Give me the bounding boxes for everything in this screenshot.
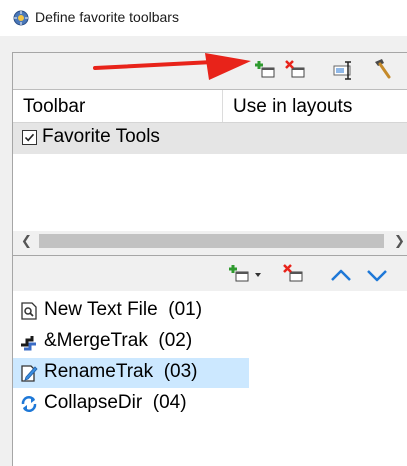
command-number: (02): [158, 330, 193, 351]
arrow-up-icon: [331, 269, 351, 281]
command-label: New Text File: [44, 299, 158, 320]
settings-globe-icon: [13, 10, 29, 26]
scroll-thumb[interactable]: [39, 234, 384, 248]
dropdown-arrow-icon: [255, 273, 261, 277]
new-text-file-icon: [20, 302, 38, 320]
list-item-selected[interactable]: RenameTrak (03): [13, 358, 249, 388]
scroll-left-icon[interactable]: ❮: [21, 233, 32, 249]
title-bar: Define favorite toolbars: [0, 0, 407, 36]
add-icon: [255, 61, 275, 78]
column-separator[interactable]: [222, 90, 223, 122]
add-toolbar-button[interactable]: [255, 59, 277, 81]
list-item[interactable]: CollapseDir (04): [13, 389, 253, 419]
rename-icon: [333, 61, 351, 80]
grid-header: Toolbar Use in layouts: [13, 90, 407, 123]
merge-icon: [20, 333, 38, 351]
scroll-right-icon[interactable]: ❯: [394, 233, 405, 249]
annotation-arrow-icon: [93, 53, 251, 80]
arrow-down-icon: [367, 270, 387, 282]
delete-icon: [283, 264, 303, 282]
toolbars-grid: Toolbar Use in layouts Favorite Tools: [13, 89, 407, 231]
list-item[interactable]: New Text File (01): [13, 296, 253, 326]
column-header-toolbar[interactable]: Toolbar: [23, 96, 85, 118]
commands-list: New Text File (01) &MergeTrak (02) Renam…: [13, 291, 407, 466]
delete-toolbar-button[interactable]: [285, 59, 307, 81]
command-number: (04): [152, 392, 187, 413]
checkmark-icon: [24, 133, 35, 142]
rename-file-icon: [20, 364, 38, 382]
window-title: Define favorite toolbars: [35, 9, 179, 25]
command-label: RenameTrak: [44, 361, 154, 382]
toolbar-row-label: Favorite Tools: [42, 126, 160, 147]
configure-toolbar-button[interactable]: [371, 57, 393, 79]
list-item[interactable]: &MergeTrak (02): [13, 327, 253, 357]
add-command-dropdown[interactable]: [253, 270, 263, 280]
delete-icon: [285, 60, 305, 78]
commands-toolbar: [13, 255, 407, 292]
add-icon: [229, 265, 249, 282]
remove-command-button[interactable]: [283, 263, 305, 285]
rename-toolbar-button[interactable]: [333, 59, 355, 81]
commands-panel: New Text File (01) &MergeTrak (02) Renam…: [12, 255, 407, 466]
move-down-button[interactable]: [366, 264, 388, 286]
favorite-tools-checkbox[interactable]: [22, 130, 37, 145]
column-header-use-in-layouts[interactable]: Use in layouts: [233, 96, 352, 118]
command-label: CollapseDir: [44, 392, 143, 413]
horizontal-scrollbar[interactable]: ❮ ❯: [13, 231, 407, 251]
add-command-button[interactable]: [229, 263, 251, 285]
hammer-icon: [375, 59, 391, 79]
collapse-dir-icon: [20, 395, 38, 413]
command-label: &MergeTrak: [44, 330, 148, 351]
command-number: (01): [168, 299, 203, 320]
command-number: (03): [163, 361, 198, 382]
move-up-button[interactable]: [330, 264, 352, 286]
toolbar-row-favorite-tools[interactable]: Favorite Tools: [13, 123, 407, 154]
